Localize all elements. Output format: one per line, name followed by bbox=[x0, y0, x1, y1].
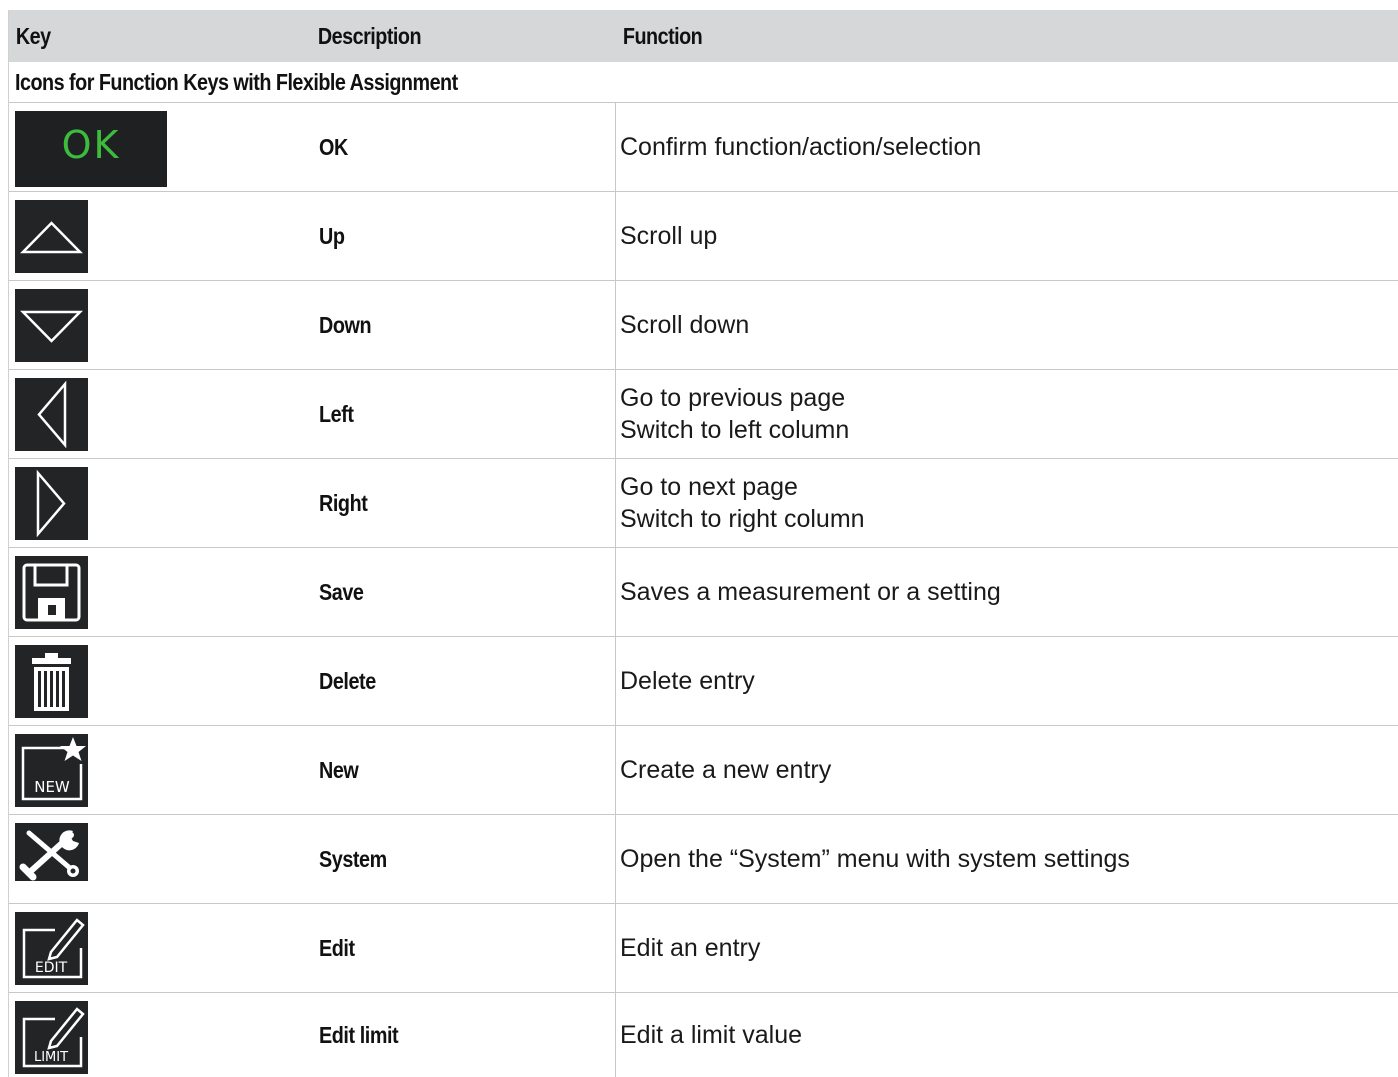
row-function-line: Switch to right column bbox=[620, 505, 865, 533]
table-row: NEW New Create a new entry bbox=[9, 726, 1398, 815]
section-title: Icons for Function Keys with Flexible As… bbox=[9, 62, 1398, 103]
table-row: Right Go to next page Switch to right co… bbox=[9, 459, 1398, 548]
section-title-text: Icons for Function Keys with Flexible As… bbox=[15, 68, 458, 95]
row-function-line: Create a new entry bbox=[620, 756, 832, 784]
row-function-line: Switch to left column bbox=[620, 416, 850, 444]
row-function-line: Scroll down bbox=[620, 311, 750, 339]
row-description: Left bbox=[319, 400, 354, 427]
row-function-line: Edit a limit value bbox=[620, 1021, 803, 1049]
row-description: Edit bbox=[319, 934, 355, 961]
row-function-line: Scroll up bbox=[620, 222, 718, 250]
header-key: Key bbox=[15, 22, 51, 49]
row-description: Edit limit bbox=[319, 1021, 399, 1048]
save-icon bbox=[15, 556, 88, 629]
down-arrow-icon bbox=[15, 289, 88, 362]
row-description: Delete bbox=[319, 667, 376, 694]
row-function-line: Delete entry bbox=[620, 667, 755, 695]
row-function-line: Open the “System” menu with system setti… bbox=[620, 845, 1130, 873]
table-row: System Open the “System” menu with syste… bbox=[9, 815, 1398, 904]
edit-limit-icon: LIMIT bbox=[15, 1001, 88, 1074]
edit-icon: EDIT bbox=[15, 912, 88, 985]
table-row: Delete Delete entry bbox=[9, 637, 1398, 726]
table-row: Save Saves a measurement or a setting bbox=[9, 548, 1398, 637]
new-icon-text: NEW bbox=[34, 778, 70, 796]
row-description: Down bbox=[319, 311, 372, 338]
delete-icon bbox=[15, 645, 88, 718]
table-row: OK OK Confirm function/action/selection bbox=[9, 103, 1398, 192]
table-row: EDIT Edit Edit an entry bbox=[9, 904, 1398, 993]
row-description: Save bbox=[319, 578, 364, 605]
row-function-line: Confirm function/action/selection bbox=[620, 133, 982, 161]
row-description: Right bbox=[319, 489, 368, 516]
new-icon: NEW bbox=[15, 734, 88, 807]
row-function-line: Edit an entry bbox=[620, 934, 761, 962]
ok-key-icon: OK bbox=[15, 111, 167, 187]
edit-icon-text: EDIT bbox=[35, 960, 68, 976]
row-description: New bbox=[319, 756, 359, 783]
right-arrow-icon bbox=[15, 467, 88, 540]
table-row: LIMIT Edit limit Edit a limit value bbox=[9, 993, 1398, 1077]
header-function: Function bbox=[622, 22, 703, 49]
table-row: Down Scroll down bbox=[9, 281, 1398, 370]
row-function-line: Go to next page bbox=[620, 473, 798, 501]
function-keys-table: Key Description Function Icons for Funct… bbox=[8, 10, 1398, 1077]
row-description: System bbox=[319, 845, 387, 872]
row-function-line: Go to previous page bbox=[620, 384, 846, 412]
up-arrow-icon bbox=[15, 200, 88, 273]
system-icon bbox=[15, 823, 88, 881]
table-row: Up Scroll up bbox=[9, 192, 1398, 281]
row-description: Up bbox=[319, 222, 345, 249]
table-row: Left Go to previous page Switch to left … bbox=[9, 370, 1398, 459]
header-description: Description bbox=[317, 22, 422, 49]
ok-key-icon-text: OK bbox=[61, 123, 121, 167]
row-function-line: Saves a measurement or a setting bbox=[620, 578, 1001, 606]
left-arrow-icon bbox=[15, 378, 88, 451]
table-header: Key Description Function bbox=[9, 10, 1398, 62]
edit-limit-icon-text: LIMIT bbox=[34, 1050, 68, 1065]
row-description: OK bbox=[319, 133, 348, 160]
